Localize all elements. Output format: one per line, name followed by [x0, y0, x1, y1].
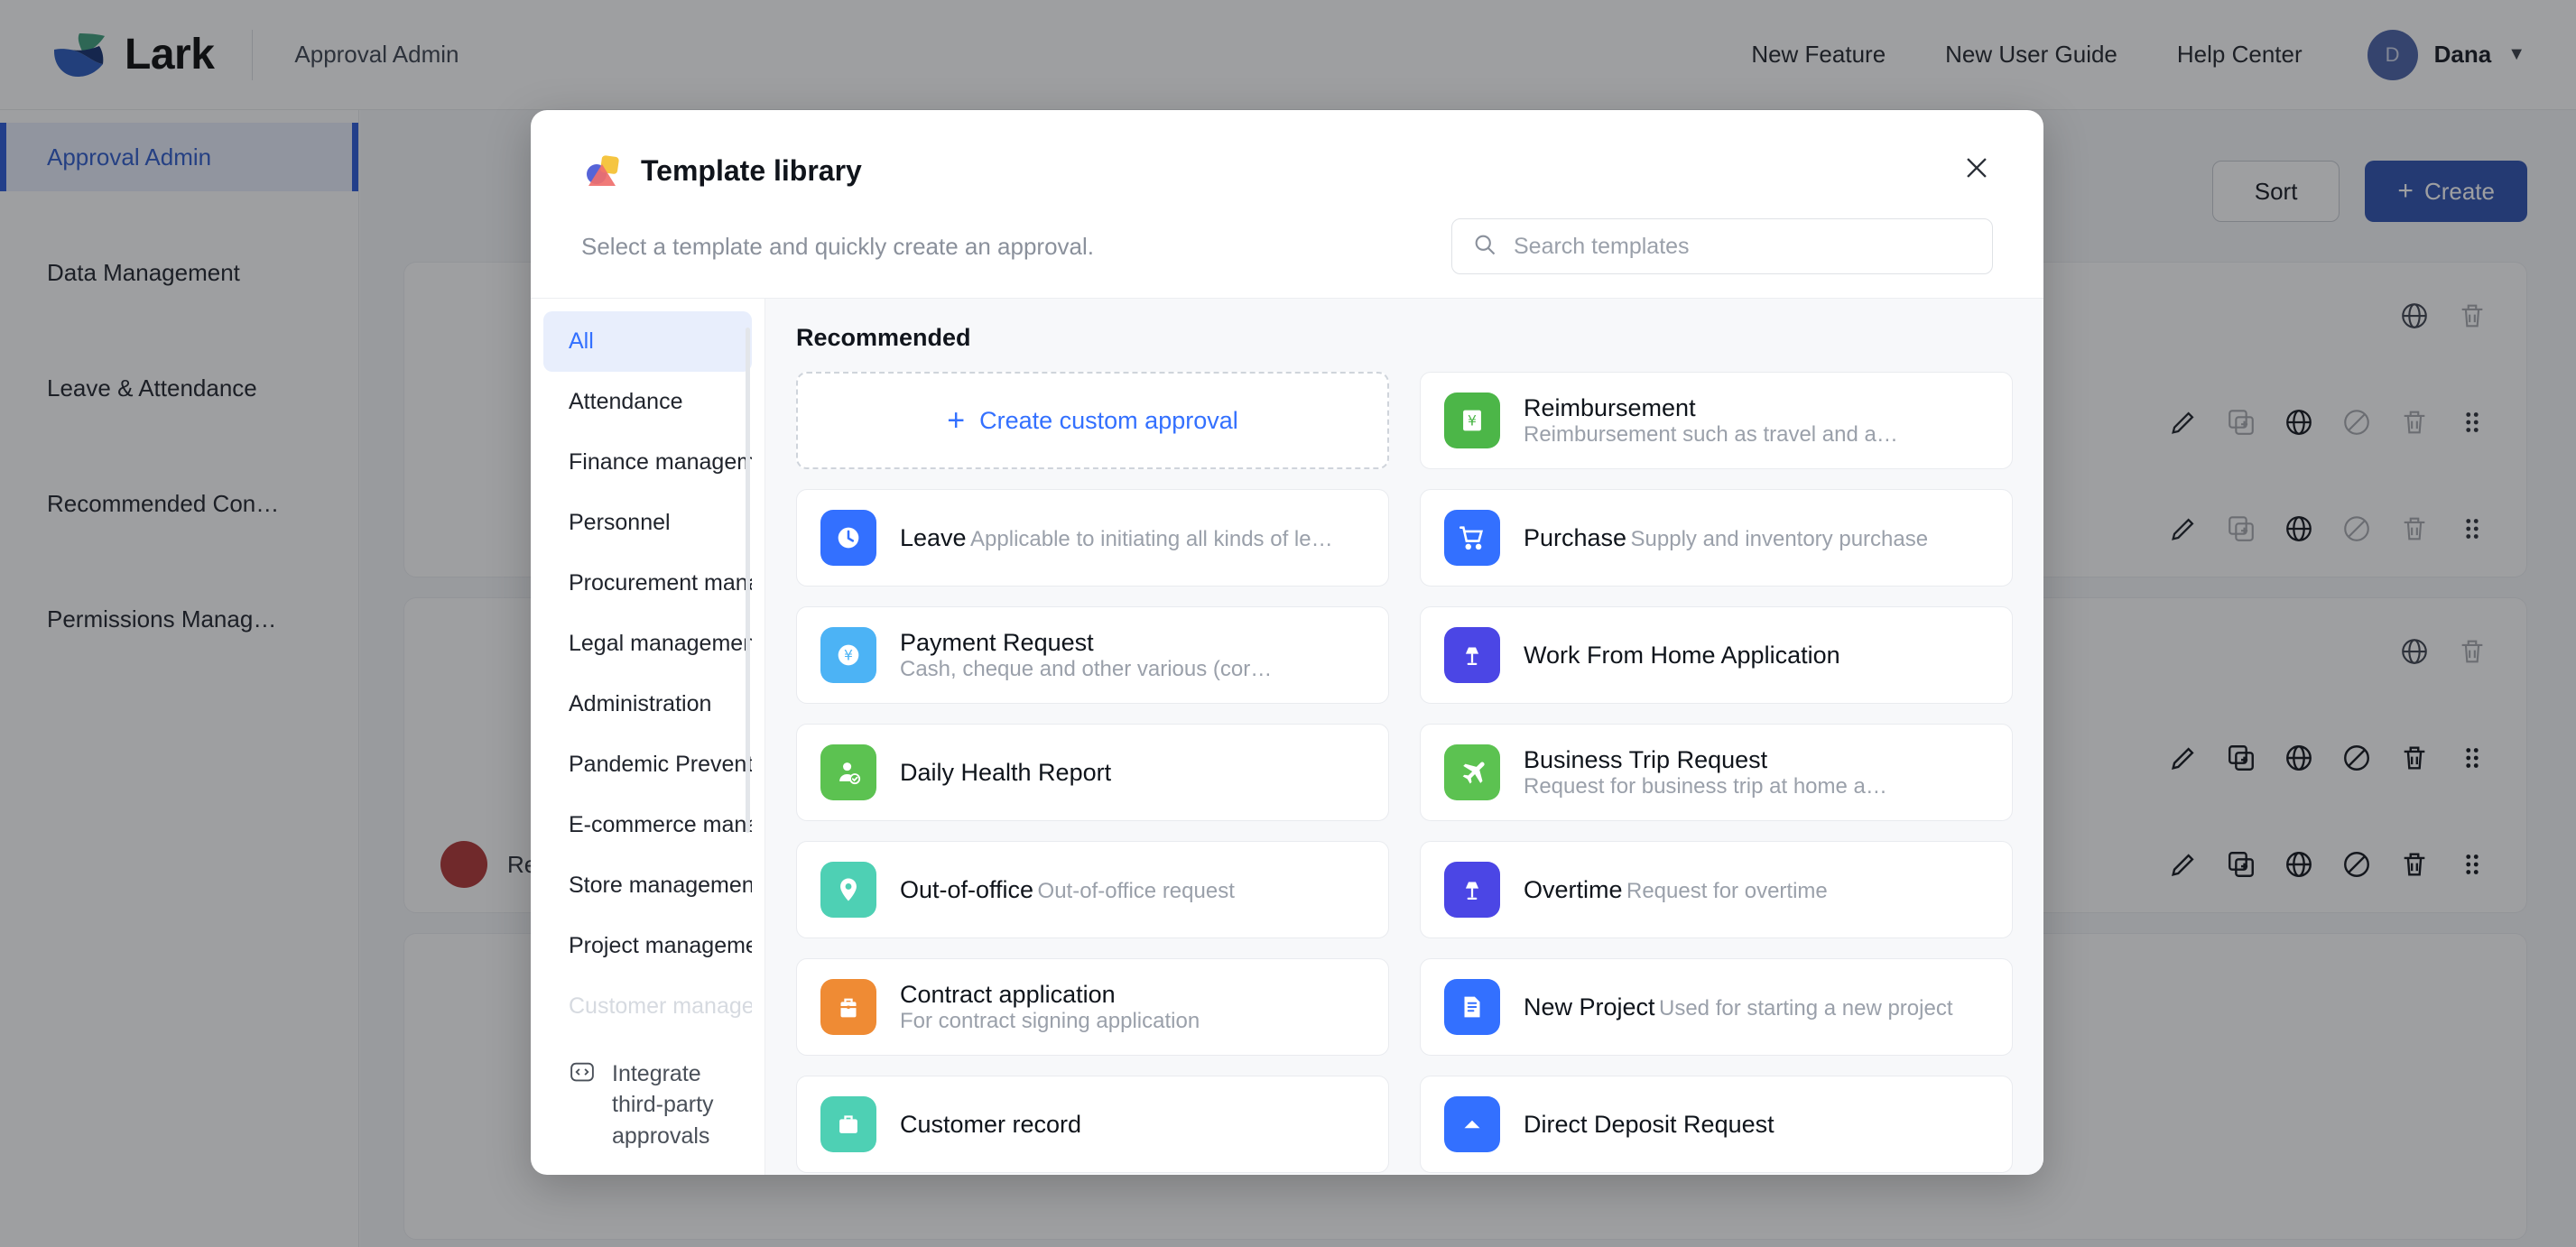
plane-icon	[1444, 744, 1500, 800]
dialog-subtitle: Select a template and quickly create an …	[581, 232, 1095, 260]
category-label: Procurement managem…	[569, 570, 752, 596]
category-label: E-commerce manage…	[569, 812, 752, 837]
medical-icon	[820, 1096, 876, 1152]
category-scrollbar[interactable]	[746, 328, 750, 833]
category-item-project-management[interactable]: Project management	[543, 916, 752, 976]
template-desc: Out-of-office request	[1037, 878, 1235, 903]
template-card-overtime[interactable]: Overtime Request for overtime	[1420, 841, 2013, 938]
template-desc: Request for overtime	[1626, 878, 1828, 903]
bank-icon	[1444, 1096, 1500, 1152]
yen-card-icon: ¥	[1444, 393, 1500, 448]
template-name: Direct Deposit Request	[1524, 1110, 1774, 1138]
template-name: Contract application	[900, 980, 1116, 1008]
search-icon	[1472, 232, 1497, 262]
integrate-label: Integrate third-party approvals	[612, 1060, 714, 1149]
lamp-icon	[1444, 627, 1500, 683]
template-card-out-of-office[interactable]: Out-of-office Out-of-office request	[796, 841, 1389, 938]
template-card-reimbursement[interactable]: ¥ Reimbursement Reimbursement such as tr…	[1420, 372, 2013, 469]
person-check-icon	[820, 744, 876, 800]
template-library-dialog: Template library Select a template and q…	[531, 110, 2043, 1175]
template-name: Out-of-office	[900, 875, 1034, 903]
template-name: Customer record	[900, 1110, 1082, 1138]
dialog-body: All Attendance Finance management Person…	[531, 298, 2043, 1175]
template-library-icon	[581, 150, 623, 191]
category-item-pandemic-prevention[interactable]: Pandemic Prevention	[543, 734, 752, 795]
template-card-purchase[interactable]: Purchase Supply and inventory purchase	[1420, 489, 2013, 587]
template-card-new-project[interactable]: New Project Used for starting a new proj…	[1420, 958, 2013, 1056]
create-custom-approval-label: Create custom approval	[979, 406, 1238, 434]
integrate-third-party-approvals-link[interactable]: Integrate third-party approvals	[543, 1046, 752, 1176]
template-card-contract-application[interactable]: Contract application For contract signin…	[796, 958, 1389, 1056]
svg-text:¥: ¥	[844, 648, 853, 664]
code-brackets-icon	[569, 1058, 596, 1090]
category-label: Customer management	[569, 993, 752, 1019]
category-item-procurement-management[interactable]: Procurement managem…	[543, 553, 752, 614]
yen-circle-icon: ¥	[820, 627, 876, 683]
template-card-work-from-home-application[interactable]: Work From Home Application	[1420, 606, 2013, 704]
category-label: Store management	[569, 873, 752, 898]
template-card-leave[interactable]: Leave Applicable to initiating all kinds…	[796, 489, 1389, 587]
search-templates-field[interactable]: Search templates	[1451, 218, 1993, 274]
template-card-customer-record[interactable]: Customer record	[796, 1076, 1389, 1173]
template-name: Business Trip Request	[1524, 745, 1768, 773]
template-name: Overtime	[1524, 875, 1623, 903]
category-list[interactable]: All Attendance Finance management Person…	[543, 311, 752, 1046]
category-item-legal-management[interactable]: Legal management	[543, 614, 752, 674]
dialog-title: Template library	[641, 153, 862, 187]
template-name: New Project	[1524, 993, 1655, 1021]
template-desc: Request for business trip at home a…	[1524, 773, 1887, 799]
template-card-direct-deposit-request[interactable]: Direct Deposit Request	[1420, 1076, 2013, 1173]
template-name: Reimbursement	[1524, 393, 1696, 421]
template-name: Payment Request	[900, 628, 1094, 656]
document-icon	[1444, 979, 1500, 1035]
category-label: Pandemic Prevention	[569, 752, 752, 777]
category-label: Legal management	[569, 631, 752, 656]
template-desc: Cash, cheque and other various (cor…	[900, 656, 1273, 681]
category-label: Finance management	[569, 449, 752, 475]
category-item-administration[interactable]: Administration	[543, 674, 752, 734]
template-desc: Reimbursement such as travel and a…	[1524, 421, 1898, 447]
template-grid-pane: Recommended + Create custom approval ¥ R…	[765, 299, 2043, 1175]
template-desc: Used for starting a new project	[1659, 995, 1953, 1021]
template-desc: For contract signing application	[900, 1008, 1200, 1033]
template-card-daily-health-report[interactable]: Daily Health Report	[796, 724, 1389, 821]
category-item-all[interactable]: All	[543, 311, 752, 372]
template-grid: + Create custom approval ¥ Reimbursement…	[796, 372, 2013, 1173]
clock-icon	[820, 510, 876, 566]
screen-root: Lark Approval Admin New Feature New User…	[0, 0, 2576, 1247]
svg-text:¥: ¥	[1468, 413, 1477, 430]
search-placeholder: Search templates	[1514, 233, 1690, 259]
close-icon[interactable]	[1953, 144, 2000, 191]
category-item-attendance[interactable]: Attendance	[543, 372, 752, 432]
template-name: Daily Health Report	[900, 758, 1112, 786]
category-item-finance-management[interactable]: Finance management	[543, 432, 752, 493]
category-label: Attendance	[569, 389, 683, 414]
dialog-header: Template library Select a template and q…	[531, 110, 2043, 298]
cart-icon	[1444, 510, 1500, 566]
category-item-customer-management[interactable]: Customer management	[543, 976, 752, 1037]
template-name: Purchase	[1524, 523, 1627, 551]
category-label: All	[569, 328, 594, 354]
category-pane: All Attendance Finance management Person…	[531, 299, 765, 1175]
template-card-business-trip-request[interactable]: Business Trip Request Request for busine…	[1420, 724, 2013, 821]
lamp-icon	[1444, 862, 1500, 918]
category-item-store-management[interactable]: Store management	[543, 855, 752, 916]
template-desc: Supply and inventory purchase	[1630, 526, 1929, 551]
create-custom-approval-card[interactable]: + Create custom approval	[796, 372, 1389, 469]
plus-icon: +	[947, 402, 966, 438]
template-name: Leave	[900, 523, 967, 551]
category-label: Project management	[569, 933, 752, 958]
pin-icon	[820, 862, 876, 918]
briefcase-icon	[820, 979, 876, 1035]
category-item-personnel[interactable]: Personnel	[543, 493, 752, 553]
category-label: Administration	[569, 691, 712, 716]
category-label: Personnel	[569, 510, 671, 535]
recommended-heading: Recommended	[796, 324, 971, 351]
template-card-payment-request[interactable]: ¥ Payment Request Cash, cheque and other…	[796, 606, 1389, 704]
category-item-ecommerce-management[interactable]: E-commerce manage…	[543, 795, 752, 855]
template-desc: Applicable to initiating all kinds of le…	[970, 526, 1333, 551]
template-name: Work From Home Application	[1524, 641, 1840, 669]
